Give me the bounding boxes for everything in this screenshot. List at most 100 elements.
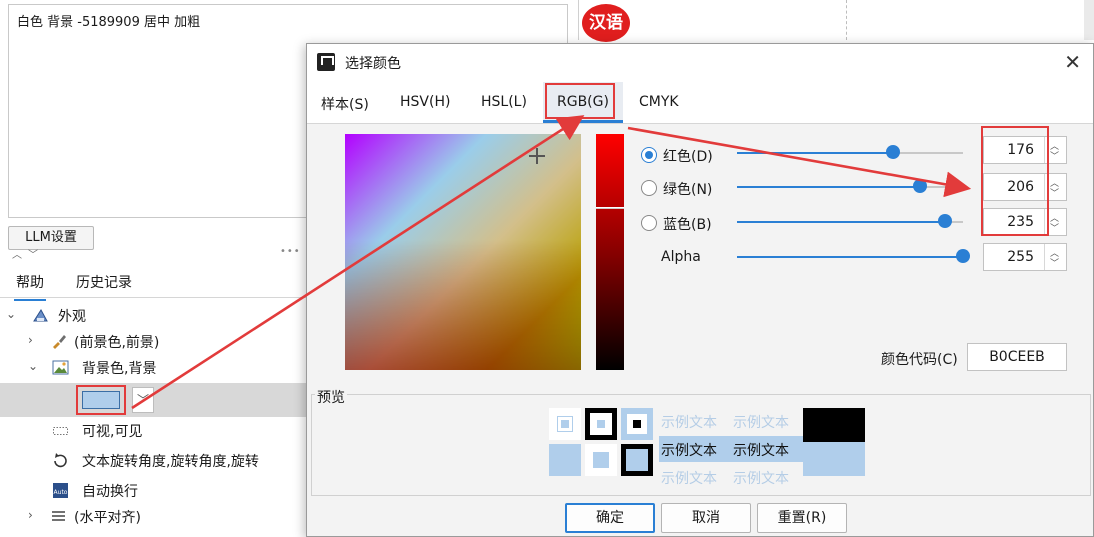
rotate-icon xyxy=(54,453,67,468)
chevron-down-icon[interactable]: ﹀ xyxy=(1050,221,1059,234)
channel-bar-marker[interactable] xyxy=(596,207,624,209)
preview-tile xyxy=(549,408,581,440)
align-icon xyxy=(52,511,65,521)
hanyu-badge[interactable]: 汉语 xyxy=(582,4,630,42)
preview-color-block xyxy=(803,442,865,476)
cancel-button[interactable]: 取消 xyxy=(661,503,751,533)
blue-label: 蓝色(B) xyxy=(663,217,712,233)
tab-history[interactable]: 历史记录 xyxy=(76,272,132,292)
rule-text: 白色 背景 -5189909 居中 加粗 xyxy=(17,15,201,30)
rgb-tab-highlight xyxy=(545,83,615,119)
radio-red[interactable] xyxy=(641,147,657,163)
tree-item-label: (前景色,前景) xyxy=(74,335,160,351)
image-icon xyxy=(52,360,69,375)
alpha-slider-fill xyxy=(737,256,963,258)
chevron-down-icon: ﹀ xyxy=(136,393,149,407)
blue-slider-thumb[interactable] xyxy=(937,214,952,228)
dialog-title: 选择颜色 xyxy=(345,56,401,72)
more-icon[interactable]: ••• xyxy=(280,246,301,257)
ok-button[interactable]: 确定 xyxy=(565,503,655,533)
collapse-down-icon[interactable]: ﹀ xyxy=(28,246,38,261)
left-tab-bar: 帮助 历史记录 xyxy=(0,264,310,301)
sample-text: 示例文本 xyxy=(733,443,789,459)
alpha-spinbox[interactable]: 255 ︿ ﹀ xyxy=(983,243,1067,271)
crosshair-cursor-icon[interactable] xyxy=(529,148,545,164)
red-label: 红色(D) xyxy=(663,149,713,165)
alpha-value[interactable]: 255 xyxy=(1007,249,1034,265)
preview-label: 预览 xyxy=(315,387,347,407)
spin-arrows[interactable]: ︿ ﹀ xyxy=(1044,244,1066,270)
color-swatch-highlight[interactable] xyxy=(76,385,126,415)
preview-tile xyxy=(621,408,653,440)
tab-hsl[interactable]: HSL(L) xyxy=(481,94,527,110)
tab-swatches[interactable]: 样本(S) xyxy=(321,94,369,114)
alpha-label: Alpha xyxy=(661,249,701,265)
channel-gradient-bar[interactable] xyxy=(596,134,624,370)
color-spectrum-square[interactable] xyxy=(345,134,581,370)
tree-item-label: (水平对齐) xyxy=(74,510,141,526)
blue-slider-fill xyxy=(737,221,945,223)
preview-tile xyxy=(585,408,617,440)
app-icon xyxy=(317,53,335,71)
tree-item-label: 外观 xyxy=(58,309,86,325)
tree-item-color-editor[interactable] xyxy=(0,383,310,417)
tree-item-visible[interactable]: 可视,可见 xyxy=(0,418,310,444)
tree-item-appearance[interactable]: ⌄ 外观 xyxy=(0,303,310,329)
dialog-titlebar: 选择颜色 ✕ xyxy=(307,44,1093,80)
chevron-down-icon[interactable]: ﹀ xyxy=(1050,186,1059,199)
color-dropdown-button[interactable]: ﹀ xyxy=(132,387,154,413)
tab-cmyk[interactable]: CMYK xyxy=(639,94,679,110)
tree-item-background[interactable]: ⌄ 背景色,背景 xyxy=(0,355,310,381)
preview-tile xyxy=(549,444,581,476)
chevron-down-icon[interactable]: ⌄ xyxy=(28,359,38,373)
tree-item-label: 可视,可见 xyxy=(82,424,143,440)
svg-text:Auto: Auto xyxy=(54,489,68,496)
preview-tile xyxy=(621,444,653,476)
guide-line xyxy=(846,0,847,40)
sample-text: 示例文本 xyxy=(733,471,789,487)
tree-item-halign[interactable]: › (水平对齐) xyxy=(0,504,310,530)
chevron-down-icon[interactable]: ﹀ xyxy=(1050,256,1059,269)
tab-hsv[interactable]: HSV(H) xyxy=(400,94,450,110)
chevron-right-icon[interactable]: › xyxy=(28,333,33,347)
color-picker-dialog: 选择颜色 ✕ 样本(S) HSV(H) HSL(L) RGB(G) CMYK 红… xyxy=(306,43,1094,537)
color-mode-tabs: 样本(S) HSV(H) HSL(L) RGB(G) CMYK xyxy=(307,80,1093,124)
reset-button[interactable]: 重置(R) xyxy=(757,503,847,533)
document-area xyxy=(578,0,1094,40)
green-label: 绿色(N) xyxy=(663,182,713,198)
spectrum-shading xyxy=(345,134,581,370)
hex-code-label: 颜色代码(C) xyxy=(881,352,958,368)
sample-text: 示例文本 xyxy=(661,415,717,431)
tree-item-foreground[interactable]: › (前景色,前景) xyxy=(0,329,310,355)
tree-item-label: 文本旋转角度,旋转角度,旋转 xyxy=(82,454,259,470)
preview-tile xyxy=(585,444,617,476)
radio-blue[interactable] xyxy=(641,215,657,231)
alpha-slider-thumb[interactable] xyxy=(956,249,970,263)
preview-black-block xyxy=(803,408,865,442)
chevron-down-icon[interactable]: ⌄ xyxy=(6,307,16,321)
appearance-icon xyxy=(33,309,48,322)
hex-code-input[interactable]: B0CEEB xyxy=(967,343,1067,371)
chevron-right-icon[interactable]: › xyxy=(28,508,33,522)
rgb-values-highlight xyxy=(981,126,1049,236)
red-slider-thumb[interactable] xyxy=(885,145,900,159)
sample-text: 示例文本 xyxy=(661,443,717,459)
vertical-scrollbar[interactable] xyxy=(1084,0,1094,40)
close-icon[interactable]: ✕ xyxy=(1064,50,1081,74)
tree-item-rotation[interactable]: 文本旋转角度,旋转角度,旋转 xyxy=(0,448,310,474)
red-slider-fill xyxy=(737,152,893,154)
dotted-rect-icon xyxy=(53,427,68,435)
tree-item-label: 背景色,背景 xyxy=(82,361,157,377)
chevron-down-icon[interactable]: ﹀ xyxy=(1050,149,1059,162)
active-tab-underline xyxy=(543,120,623,123)
brush-icon xyxy=(53,335,66,349)
tree-item-autowrap[interactable]: Auto 自动换行 xyxy=(0,478,310,504)
sample-text: 示例文本 xyxy=(733,415,789,431)
tab-help[interactable]: 帮助 xyxy=(14,272,46,301)
green-slider-thumb[interactable] xyxy=(913,179,928,193)
collapse-up-icon[interactable]: ︿ xyxy=(12,246,22,261)
color-swatch[interactable] xyxy=(82,391,120,409)
green-slider-fill xyxy=(737,186,921,188)
radio-green[interactable] xyxy=(641,180,657,196)
sample-text: 示例文本 xyxy=(661,471,717,487)
